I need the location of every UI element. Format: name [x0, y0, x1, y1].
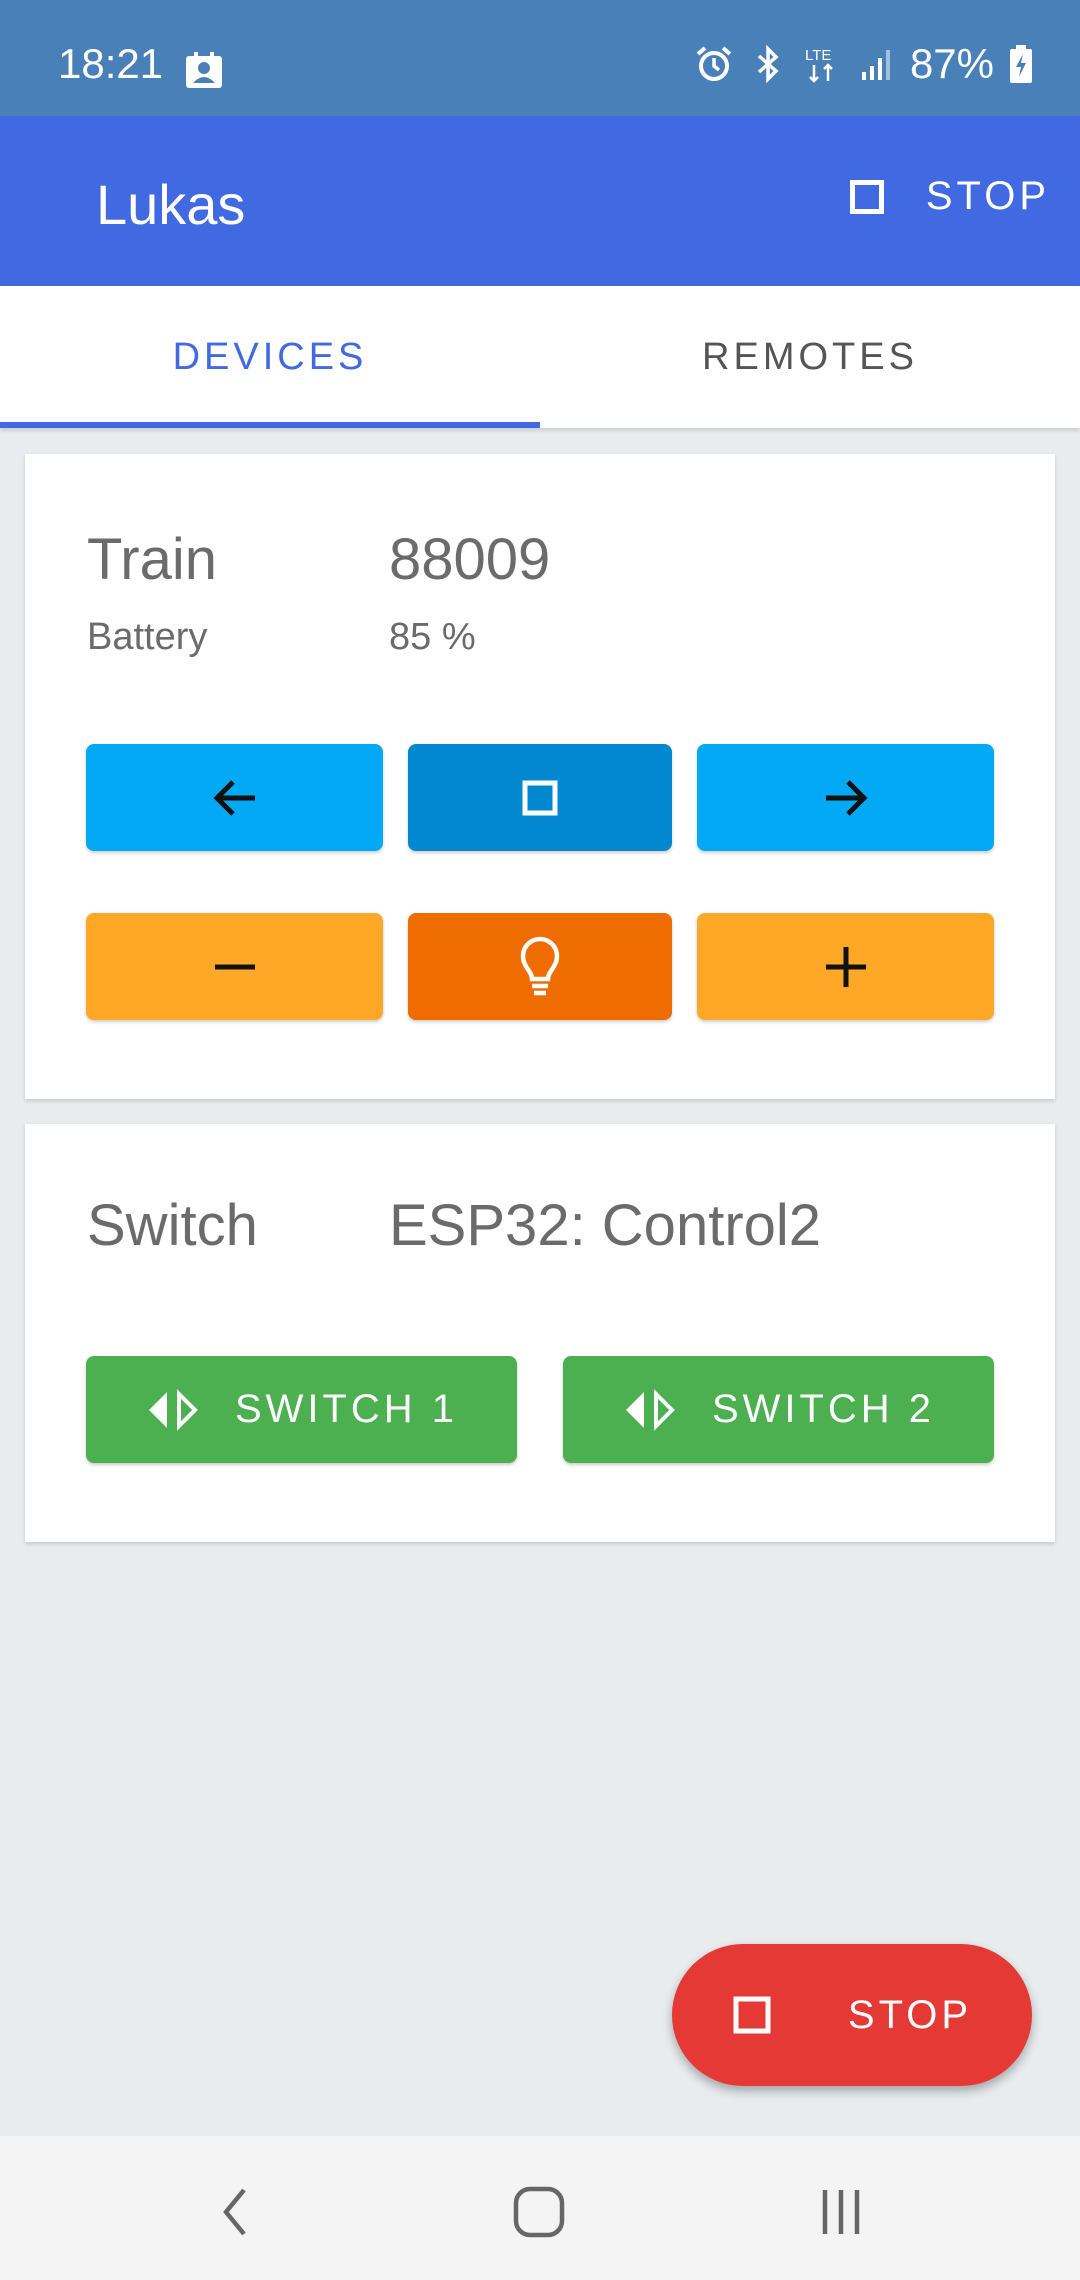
signal-icon [861, 50, 890, 80]
battery-value: 85 % [389, 616, 476, 658]
contact-card-icon [186, 52, 222, 88]
tab-devices-label: DEVICES [172, 335, 368, 378]
app-bar: Lukas STOP [0, 116, 1080, 286]
speed-up-button[interactable] [697, 913, 994, 1020]
system-nav-bar [0, 2136, 1080, 2280]
emergency-stop-fab[interactable]: STOP [672, 1944, 1032, 2086]
arrow-left-icon [212, 779, 255, 816]
switch-arrows-icon [625, 1388, 675, 1431]
fab-stop-label: STOP [847, 1992, 973, 2037]
alarm-icon [696, 46, 732, 81]
battery-label: Battery [87, 616, 208, 658]
stop-square-icon [733, 1996, 771, 2034]
device-type-label: Train [87, 527, 217, 592]
lte-icon: LTE [805, 47, 833, 83]
nav-recents-button[interactable] [801, 2172, 881, 2252]
tab-remotes-label: REMOTES [702, 335, 918, 378]
train-device-card: Train 88009 Battery 85 % [25, 454, 1055, 1099]
tab-bar: DEVICES REMOTES [0, 286, 1080, 428]
switch-device-card: Switch ESP32: Control2 SWITCH 1 SWITCH 2 [25, 1124, 1055, 1542]
device-name: 88009 [389, 527, 551, 592]
stop-square-icon [849, 179, 884, 214]
switch-arrows-icon [148, 1388, 198, 1431]
battery-percent: 87% [909, 40, 994, 87]
stop-square-icon [522, 780, 558, 815]
forward-button[interactable] [697, 744, 994, 851]
train-stop-button[interactable] [408, 744, 672, 851]
bluetooth-icon [757, 44, 779, 84]
lightbulb-icon [520, 936, 560, 995]
battery-charging-icon [1010, 45, 1032, 83]
appbar-stop-button[interactable]: STOP [849, 174, 1050, 219]
tab-remotes[interactable]: REMOTES [540, 286, 1080, 428]
recents-icon [822, 2190, 860, 2234]
nav-home-button[interactable] [499, 2172, 579, 2252]
minus-icon [214, 964, 255, 969]
home-square-icon [513, 2186, 565, 2238]
svg-text:LTE: LTE [805, 47, 831, 64]
light-button[interactable] [408, 913, 672, 1020]
plus-icon [825, 946, 866, 987]
switch-1-label: SWITCH 1 [234, 1387, 459, 1431]
chevron-left-icon [223, 2188, 246, 2236]
switch-1-button[interactable]: SWITCH 1 [86, 1356, 517, 1463]
nav-back-button[interactable] [196, 2172, 276, 2252]
status-icons: LTE 87% [694, 40, 1034, 88]
app-title: Lukas [96, 173, 246, 236]
backward-button[interactable] [86, 744, 383, 851]
arrow-right-icon [825, 779, 868, 816]
device-name: ESP32: Control2 [389, 1193, 822, 1258]
status-time: 18:21 [58, 40, 164, 87]
switch-2-button[interactable]: SWITCH 2 [563, 1356, 994, 1463]
appbar-stop-label: STOP [925, 174, 1050, 218]
device-type-label: Switch [87, 1193, 258, 1258]
status-bar: 18:21 LTE 87% [0, 0, 1080, 116]
tab-devices[interactable]: DEVICES [0, 286, 540, 428]
switch-2-label: SWITCH 2 [711, 1387, 936, 1431]
speed-down-button[interactable] [86, 913, 383, 1020]
